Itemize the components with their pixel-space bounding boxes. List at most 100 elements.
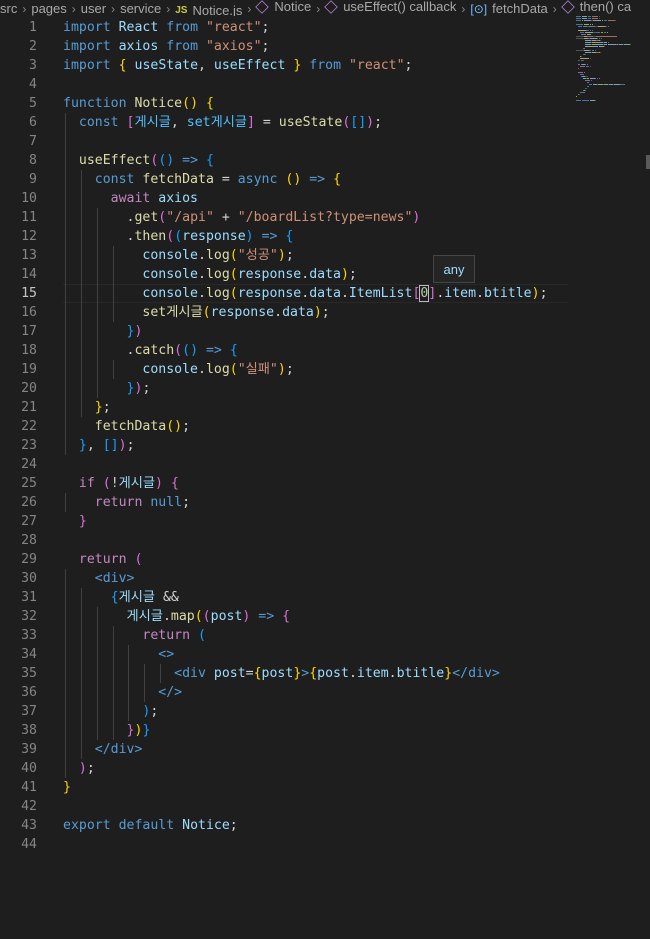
code-token: data — [309, 267, 341, 282]
code-line[interactable]: 44 — [0, 835, 570, 854]
breadcrumb-item-service[interactable]: service — [120, 2, 161, 16]
code-token: ! — [110, 476, 119, 491]
code-line[interactable]: 9 const fetchData = async () => { — [0, 170, 570, 189]
code-line[interactable]: 23 }, []); — [0, 436, 570, 455]
code-line[interactable]: 11 .get("/api" + "/boardList?type=news") — [0, 208, 570, 227]
code-line[interactable]: 41} — [0, 778, 570, 797]
code-line[interactable]: 22 fetchData(); — [0, 417, 570, 436]
code-token: ) — [313, 305, 322, 320]
code-token: <> — [158, 647, 175, 662]
code-token: . — [63, 229, 135, 244]
code-token: set게시글 — [142, 305, 203, 320]
code-line[interactable]: 20 }); — [0, 379, 570, 398]
code-line[interactable]: 10 await axios — [0, 189, 570, 208]
code-line[interactable]: 42 — [0, 797, 570, 816]
code-line[interactable]: 1 import React from "react"; — [0, 18, 570, 37]
code-line[interactable]: 27 } — [0, 512, 570, 531]
code-line[interactable]: 26 return null; — [0, 493, 570, 512]
code-token: ; — [102, 400, 111, 415]
code-line[interactable]: 8 useEffect(() => { — [0, 151, 570, 170]
code-token: ; — [285, 248, 294, 263]
code-line[interactable]: 21 }; — [0, 398, 570, 417]
code-line[interactable]: 40 ); — [0, 759, 570, 778]
minimap-line — [592, 24, 594, 25]
breadcrumb-item-file[interactable]: JS Notice.js — [175, 4, 242, 17]
code-token: default — [118, 818, 175, 833]
code-line[interactable]: 17 }) — [0, 322, 570, 341]
minimap-line — [576, 36, 585, 37]
code-line[interactable]: 34 <> — [0, 645, 570, 664]
code-token: "실패" — [237, 362, 278, 377]
code-line[interactable]: 5 function Notice() { — [0, 94, 570, 113]
code-token: axios — [118, 39, 159, 54]
minimap-line — [579, 74, 585, 75]
breadcrumb-item-then[interactable]: then() ca — [561, 0, 631, 14]
code-line[interactable]: 7 — [0, 132, 570, 151]
minimap[interactable] — [576, 16, 634, 106]
code-token: ) — [277, 248, 286, 263]
breadcrumb-item-pages[interactable]: pages — [31, 2, 66, 16]
code-token: Notice — [134, 96, 183, 111]
code-text: ); — [63, 759, 95, 778]
code-line[interactable]: 29 return ( — [0, 550, 570, 569]
code-token: get — [134, 210, 159, 225]
code-line[interactable]: 16 set게시글(response.data); — [0, 303, 570, 322]
breadcrumb-item-src[interactable]: src — [0, 2, 17, 16]
code-text: return ( — [63, 550, 143, 569]
code-line[interactable]: 12 .then((response) => { — [0, 227, 570, 246]
indent-guide — [144, 664, 146, 702]
code-line[interactable]: 19 console.log("실패"); — [0, 360, 570, 379]
code-token: ItemList — [348, 286, 413, 301]
code-line[interactable]: 35 <div post={post}>{post.item.btitle}</… — [0, 664, 570, 683]
minimap-line — [582, 16, 587, 17]
breadcrumb-item-user[interactable]: user — [81, 2, 106, 16]
code-line[interactable]: 15 console.log(response.data.ItemList[0]… — [0, 284, 570, 303]
code-line[interactable]: 30 <div> — [0, 569, 570, 588]
code-line[interactable]: 6 const [게시글, set게시글] = useState([]); — [0, 113, 570, 132]
code-text: }); — [63, 379, 151, 398]
code-line[interactable]: 28 — [0, 531, 570, 550]
code-token: post — [213, 666, 246, 681]
code-token: { — [333, 172, 342, 187]
code-token: . — [197, 362, 206, 377]
code-line[interactable]: 25 if (!게시글) { — [0, 474, 570, 493]
code-line[interactable]: 2 import axios from "axios"; — [0, 37, 570, 56]
code-line[interactable]: 43 export default Notice; — [0, 816, 570, 835]
code-line[interactable]: 38 })} — [0, 721, 570, 740]
breadcrumb-item-notice[interactable]: Notice — [255, 0, 311, 14]
code-token: ; — [539, 286, 548, 301]
code-line[interactable]: 24 — [0, 455, 570, 474]
code-line[interactable]: 13 console.log("성공"); — [0, 246, 570, 265]
code-editor[interactable]: 1 import React from "react"; 2 import axios… — [0, 16, 650, 939]
minimap-line — [586, 86, 590, 87]
code-line[interactable]: 31 {게시글 && — [0, 588, 570, 607]
code-line[interactable]: 3 import { useState, useEffect } from "re… — [0, 56, 570, 75]
code-line[interactable]: 39 </div> — [0, 740, 570, 759]
code-line[interactable]: 36 </> — [0, 683, 570, 702]
minimap-line — [579, 32, 585, 33]
code-line[interactable]: 33 return ( — [0, 626, 570, 645]
minimap-line — [581, 34, 586, 35]
breadcrumb-item-useeffect[interactable]: useEffect() callback — [324, 0, 456, 14]
code-line[interactable]: 37 ); — [0, 702, 570, 721]
code-text: fetchData(); — [63, 417, 190, 436]
code-line[interactable]: 4 — [0, 75, 570, 94]
code-line[interactable]: 14 console.log(response.data); — [0, 265, 570, 284]
code-token: await — [110, 191, 151, 206]
code-line[interactable]: 18 .catch(() => { — [0, 341, 570, 360]
vertical-scrollbar[interactable] — [646, 155, 650, 169]
indent-guide — [96, 607, 98, 740]
code-token: ; — [86, 761, 95, 776]
breadcrumb-item-fetchdata[interactable]: [⊙] fetchData — [470, 2, 547, 17]
line-number: 32 — [21, 609, 37, 624]
code-token: import — [63, 20, 111, 35]
code-line[interactable]: 32 게시글.map((post) => { — [0, 607, 570, 626]
